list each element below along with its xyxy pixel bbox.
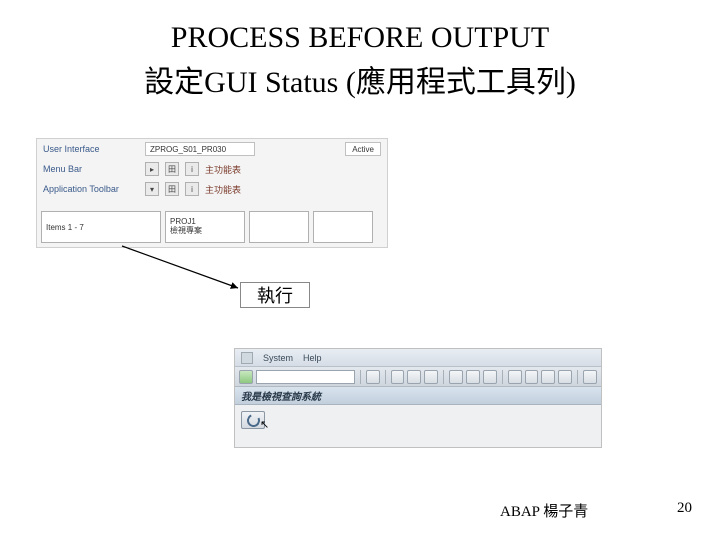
cursor-icon: ↖ xyxy=(260,418,269,431)
row-menu-bar: Menu Bar ▸ 田 i 主功能表 xyxy=(37,159,387,179)
app-toolbar-cn: 主功能表 xyxy=(205,183,241,196)
label-menu-bar: Menu Bar xyxy=(43,164,139,174)
separator xyxy=(502,370,503,384)
first-page-icon[interactable] xyxy=(508,370,522,384)
separator xyxy=(385,370,386,384)
find-icon[interactable] xyxy=(466,370,480,384)
standard-toolbar xyxy=(235,367,601,387)
execute-button[interactable]: ↖ xyxy=(241,411,265,429)
menu-system[interactable]: System xyxy=(263,353,293,363)
next-page-icon[interactable] xyxy=(541,370,555,384)
find-next-icon[interactable] xyxy=(483,370,497,384)
gui-status-editor-panel: User Interface ZPROG_S01_PR030 Active Me… xyxy=(36,138,388,248)
blank-slot-1[interactable] xyxy=(249,211,309,243)
row-user-interface: User Interface ZPROG_S01_PR030 Active xyxy=(37,139,387,159)
print-icon[interactable] xyxy=(449,370,463,384)
display-icon[interactable]: 田 xyxy=(165,162,179,176)
info-icon[interactable]: i xyxy=(185,162,199,176)
command-field[interactable] xyxy=(256,370,355,384)
slide-title-line1: PROCESS BEFORE OUTPUT xyxy=(0,0,720,57)
row-app-toolbar: Application Toolbar ▾ 田 i 主功能表 xyxy=(37,179,387,199)
expand-icon[interactable]: ▾ xyxy=(145,182,159,196)
help-icon[interactable] xyxy=(583,370,597,384)
exit-icon[interactable] xyxy=(407,370,421,384)
slide-title-line2: 設定GUI Status (應用程式工具列) xyxy=(0,57,720,101)
app-body: ↖ xyxy=(235,405,601,435)
separator xyxy=(443,370,444,384)
project-cn: 檢視專案 xyxy=(170,227,240,236)
app-title-strip: 我是檢視查詢系統 xyxy=(235,387,601,405)
display-icon[interactable]: 田 xyxy=(165,182,179,196)
project-box[interactable]: PROJ1 檢視專案 xyxy=(165,211,245,243)
separator xyxy=(577,370,578,384)
menu-help[interactable]: Help xyxy=(303,353,322,363)
back-icon[interactable] xyxy=(391,370,405,384)
separator xyxy=(360,370,361,384)
expand-icon[interactable]: ▸ xyxy=(145,162,159,176)
info-icon[interactable]: i xyxy=(185,182,199,196)
items-range-box: Items 1 - 7 xyxy=(41,211,161,243)
value-user-interface[interactable]: ZPROG_S01_PR030 xyxy=(145,142,255,156)
last-page-icon[interactable] xyxy=(558,370,572,384)
menu-bar: System Help xyxy=(235,349,601,367)
execute-callout: 執行 xyxy=(240,282,310,308)
menu-bar-cn: 主功能表 xyxy=(205,163,241,176)
status-active: Active xyxy=(345,142,381,156)
blank-slot-2[interactable] xyxy=(313,211,373,243)
sap-runtime-panel: System Help 我是檢視查詢系統 ↖ xyxy=(234,348,602,448)
prev-page-icon[interactable] xyxy=(525,370,539,384)
save-icon[interactable] xyxy=(366,370,380,384)
enter-icon[interactable] xyxy=(239,370,253,384)
label-user-interface: User Interface xyxy=(43,144,139,154)
cancel-icon[interactable] xyxy=(424,370,438,384)
items-bar: Items 1 - 7 PROJ1 檢視專案 xyxy=(41,211,373,243)
footer-page-number: 20 xyxy=(677,500,692,517)
footer-author: ABAP 楊子青 xyxy=(500,500,588,521)
label-app-toolbar: Application Toolbar xyxy=(43,184,139,194)
menu-icon[interactable] xyxy=(241,352,253,364)
